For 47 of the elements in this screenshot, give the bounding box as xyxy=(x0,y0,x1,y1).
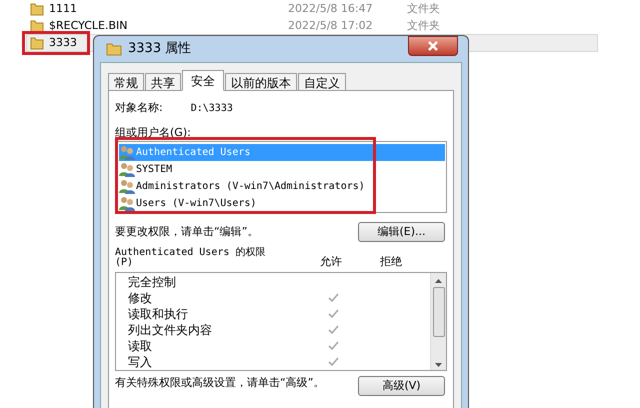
date-cell-text: 2022/5/8 16:47 xyxy=(288,2,374,15)
file-name: $RECYCLE.BIN xyxy=(49,19,128,32)
permission-name: 完全控制 xyxy=(128,274,176,291)
users-icon xyxy=(119,145,135,160)
permissions-title: Authenticated Users 的权限 xyxy=(115,247,266,258)
permission-name: 读取 xyxy=(128,338,152,355)
type-cell: 文件夹 xyxy=(407,19,440,32)
user-item[interactable]: Administrators (V-win7\Administrators) xyxy=(119,178,445,195)
tab[interactable]: 安全 xyxy=(182,70,224,91)
permissions-key: (P) xyxy=(115,255,320,270)
permission-name: 读取和执行 xyxy=(128,306,188,323)
window-title: 3333 属性 xyxy=(128,40,192,58)
date-cell-text: 2022/5/8 17:02 xyxy=(288,19,374,32)
user-item[interactable]: Users (V-win7\Users) xyxy=(119,195,445,212)
permission-name: 修改 xyxy=(128,290,152,307)
highlight-frame xyxy=(22,31,90,55)
object-path: D:\3333 xyxy=(190,102,233,116)
advanced-button[interactable]: 高级(V) xyxy=(358,376,445,396)
users-icon xyxy=(119,179,135,194)
group-label: 组或用户名(G): xyxy=(115,125,192,141)
edit-hint: 要更改权限，请单击“编辑”。 xyxy=(115,224,258,240)
tab[interactable]: 以前的版本 xyxy=(225,73,297,91)
folder-icon xyxy=(30,2,44,16)
scrollbar[interactable] xyxy=(430,273,446,370)
tab[interactable]: 常规 xyxy=(108,73,144,91)
close-button[interactable] xyxy=(408,36,458,56)
permission-name: 写入 xyxy=(128,354,152,370)
object-name-label: 对象名称: xyxy=(115,100,163,116)
file-name: 3333 xyxy=(49,36,77,49)
tab[interactable]: 自定义 xyxy=(298,73,346,91)
file-name: 1111 xyxy=(49,2,77,15)
column-header: 允许 xyxy=(320,254,343,270)
close-icon xyxy=(428,41,438,51)
folder-icon xyxy=(30,36,44,50)
user-item[interactable]: SYSTEM xyxy=(119,161,445,178)
advanced-hint: 有关特殊权限或高级设置，请单击“高级”。 xyxy=(115,376,326,389)
permission-name: 列出文件夹内容 xyxy=(128,322,212,339)
tab[interactable]: 共享 xyxy=(145,73,181,91)
scroll-up-icon xyxy=(435,279,442,283)
users-icon xyxy=(119,196,135,211)
type-cell: 文件夹 xyxy=(407,2,440,15)
users-icon xyxy=(119,162,135,177)
column-header: 拒绝 xyxy=(380,254,402,270)
scroll-down-icon xyxy=(435,363,442,367)
scroll-thumb[interactable] xyxy=(432,287,444,337)
edit-button[interactable]: 编辑(E)... xyxy=(358,222,445,242)
folder-icon xyxy=(106,42,122,56)
